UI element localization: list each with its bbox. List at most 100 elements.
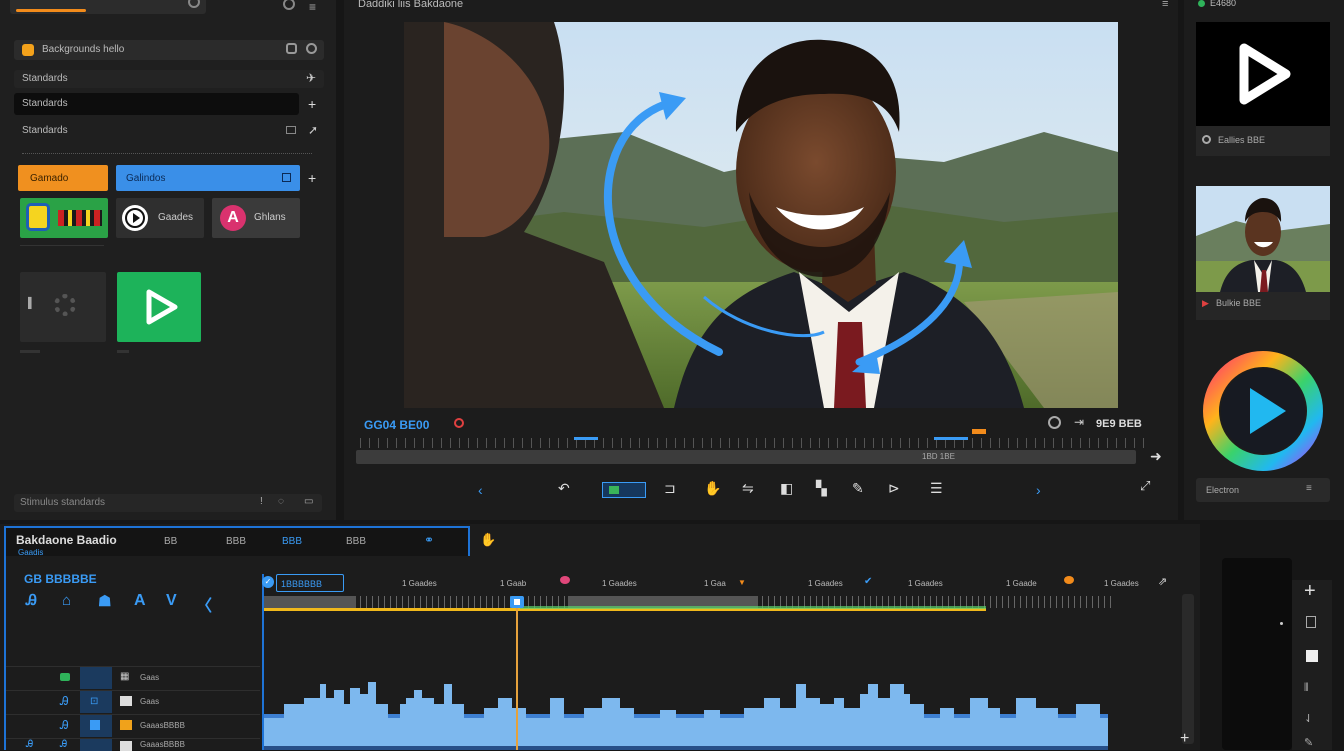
blue-button[interactable]: Galindos xyxy=(116,165,300,191)
bottom-status-label: Stimulus standards xyxy=(20,497,106,508)
media-tile[interactable] xyxy=(20,198,108,238)
track-toggle[interactable] xyxy=(80,667,112,689)
media-tile[interactable]: ▌ xyxy=(20,272,106,342)
tile-caption-line xyxy=(117,350,129,353)
grid-icon[interactable] xyxy=(286,126,296,134)
add-icon[interactable]: + xyxy=(1304,580,1316,603)
track-toggle[interactable] xyxy=(80,739,112,751)
list-row[interactable]: Standards ✈ xyxy=(14,70,324,88)
refresh-icon[interactable] xyxy=(283,0,295,10)
audio-icon[interactable]: Ꭿ xyxy=(60,739,67,750)
playhead[interactable] xyxy=(516,596,518,750)
audio-icon[interactable]: Ꭿ xyxy=(60,694,69,709)
tool-icon[interactable]: ⌂ xyxy=(62,592,71,609)
track-toggle[interactable] xyxy=(80,715,112,737)
scrub-track[interactable]: 1BD 1BE xyxy=(356,450,1136,464)
video-frame[interactable] xyxy=(404,22,1118,408)
lock-icon[interactable] xyxy=(60,673,70,681)
orange-button[interactable]: Gamado xyxy=(18,165,108,191)
media-tile[interactable]: A Ghlans xyxy=(212,198,300,238)
asset-header-label: Backgrounds hello xyxy=(42,44,125,55)
list-row[interactable]: Standards ➚ xyxy=(14,122,324,140)
app-logo-icon[interactable] xyxy=(1200,348,1326,474)
clipboard-icon[interactable] xyxy=(1306,616,1316,628)
top-search-bar[interactable] xyxy=(10,0,206,14)
bottom-status-bar[interactable]: Stimulus standards ! ◌ ▭ xyxy=(14,494,322,512)
tool-icon[interactable]: 〈 xyxy=(196,592,212,616)
adjust-icon[interactable]: ☰ xyxy=(930,480,943,497)
play-tile[interactable] xyxy=(117,272,201,342)
undo-icon[interactable]: ↶ xyxy=(558,480,570,497)
record-icon[interactable] xyxy=(454,418,464,428)
track-header[interactable]: ▦ Gaas xyxy=(6,666,260,689)
list-row[interactable]: Standards xyxy=(14,93,299,115)
audio-icon[interactable]: Ꭿ xyxy=(26,739,33,750)
clock-icon xyxy=(1202,135,1211,144)
checkbox-icon[interactable] xyxy=(282,173,291,182)
hand-icon[interactable]: ✋ xyxy=(480,532,496,548)
split-icon[interactable]: ◧ xyxy=(780,480,793,497)
crop-icon[interactable]: ⊐ xyxy=(664,480,676,497)
menu-icon[interactable]: ≡ xyxy=(309,0,316,14)
arrow-icon[interactable]: ➚ xyxy=(308,123,318,137)
tool-icon[interactable]: Ꭿ xyxy=(26,592,37,609)
vertical-scrollbar[interactable] xyxy=(1182,594,1194,744)
columns-icon[interactable]: ⫴ xyxy=(1304,682,1309,695)
list-icon[interactable]: ▭ xyxy=(304,496,313,507)
pin-icon[interactable]: ✈ xyxy=(306,71,316,85)
add-icon[interactable]: + xyxy=(1180,730,1189,748)
menu-icon[interactable]: ≡ xyxy=(1162,0,1168,10)
track-toggle[interactable]: ⊡ xyxy=(80,691,112,713)
timeline-tab[interactable]: BB xyxy=(164,536,177,547)
thumbnail-card[interactable]: Eallies BBE xyxy=(1196,22,1330,156)
add-icon[interactable]: + xyxy=(308,170,316,186)
scrub-ticks xyxy=(360,438,1150,448)
arrow-right-icon[interactable]: ⇥ xyxy=(1074,415,1084,429)
snap-icon[interactable]: ⇗ xyxy=(1158,575,1167,588)
forward-icon[interactable]: ➜ xyxy=(1150,448,1162,465)
timeline-tab[interactable]: BBB xyxy=(282,536,302,547)
sort-icon[interactable]: ⇃ xyxy=(1304,712,1313,725)
clock-icon[interactable] xyxy=(306,43,317,54)
tool-icon[interactable]: V xyxy=(166,592,177,610)
media-tile[interactable]: Gaades xyxy=(116,198,204,238)
loop-icon[interactable] xyxy=(1048,416,1061,429)
timeline-content[interactable]: ✓ 1BBBBBB 1 Gaades 1 Gaab 1 Gaades 1 Gaa… xyxy=(262,574,1180,750)
tool-icon[interactable]: ☗ xyxy=(98,592,111,610)
speed-icon[interactable]: ⊳ xyxy=(888,480,900,497)
link-icon[interactable]: ⚭ xyxy=(424,533,434,547)
audio-icon[interactable]: Ꭿ xyxy=(60,718,69,733)
active-clip-label[interactable]: 1BBBBBB xyxy=(276,574,344,592)
scrub-marker xyxy=(972,429,986,434)
clip-button[interactable] xyxy=(602,482,646,498)
playhead-handle[interactable] xyxy=(510,596,524,608)
audio-waveform[interactable] xyxy=(264,654,1108,750)
bookmark-icon[interactable]: ▚ xyxy=(816,480,827,497)
active-clip-text: 1BBBBBB xyxy=(281,579,323,589)
track-header[interactable]: Ꭿ ⊡ Gaas xyxy=(6,690,260,713)
right-bottom-field[interactable]: Electron ≡ xyxy=(1196,478,1330,502)
fullscreen-icon[interactable]: ⤢ xyxy=(1140,478,1150,494)
hand-icon[interactable]: ✋ xyxy=(704,480,721,497)
thumbnail-card[interactable]: ▶ Bulkie BBE xyxy=(1196,186,1330,320)
chevron-left-icon[interactable]: ‹ xyxy=(478,482,483,498)
add-icon[interactable]: + xyxy=(308,96,316,112)
pen-icon[interactable]: ✎ xyxy=(852,480,864,497)
stop-icon[interactable] xyxy=(1306,650,1318,662)
track-header[interactable]: Ꭿ GaaasBBBB xyxy=(6,714,260,737)
timeline-tab[interactable]: BBB xyxy=(346,536,366,547)
flag-icon: ▌ xyxy=(28,298,36,309)
settings-icon[interactable] xyxy=(188,0,200,8)
asset-header[interactable]: Backgrounds hello xyxy=(14,40,324,60)
list-icon[interactable]: ≡ xyxy=(1306,483,1312,494)
track-header[interactable]: Ꭿ Ꭿ GaaasBBBB xyxy=(6,738,260,751)
transition-icon[interactable]: ⇋ xyxy=(742,480,754,497)
filter-icon[interactable] xyxy=(286,43,297,54)
tool-icon[interactable]: A xyxy=(134,592,146,610)
timeline-tab[interactable]: BBB xyxy=(226,536,246,547)
section-label: GB BBBBBE xyxy=(24,572,97,586)
pen-icon[interactable]: ✎ xyxy=(1304,736,1313,749)
chat-icon[interactable]: ◌ xyxy=(278,496,284,507)
chevron-right-icon[interactable]: › xyxy=(1036,482,1041,498)
info-icon[interactable]: ! xyxy=(260,496,263,507)
